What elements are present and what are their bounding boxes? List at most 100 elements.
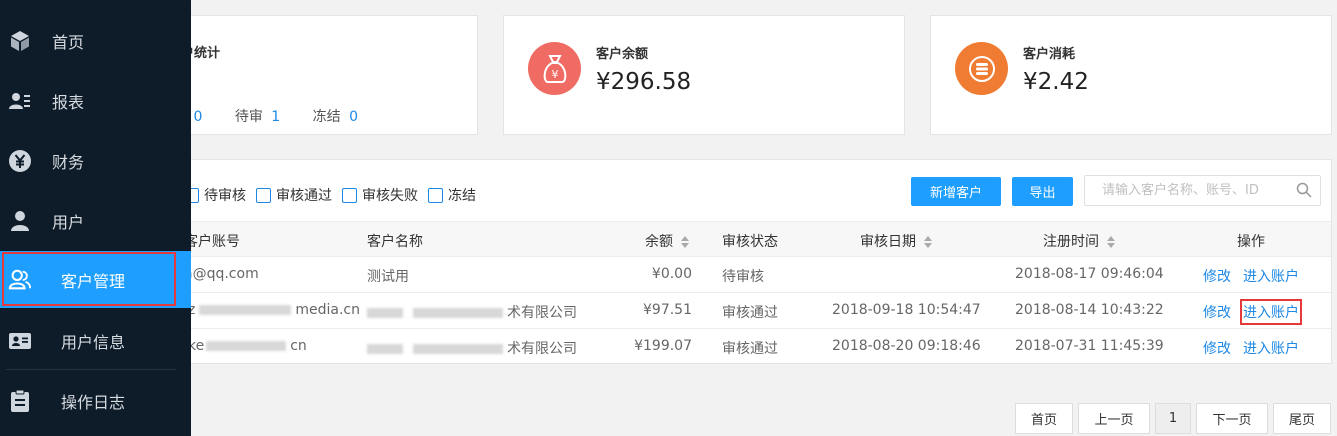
- sidebar-item-home[interactable]: 首页: [0, 11, 191, 71]
- checkbox[interactable]: [256, 187, 271, 203]
- col-header-audit-date[interactable]: 审核日期: [860, 231, 933, 251]
- add-customer-button[interactable]: 新增客户: [911, 177, 1001, 206]
- sidebar-divider: [6, 369, 176, 370]
- col-header-actions: 操作: [1237, 234, 1265, 250]
- table-header: 客户账号 客户名称 余额 审核状态 审核日期 注册时间 操作: [174, 221, 1331, 257]
- sidebar-item-label: 财务: [52, 153, 85, 172]
- filter-approved[interactable]: 审核通过: [256, 185, 332, 205]
- col-header-balance[interactable]: 余额: [645, 231, 690, 251]
- edit-link[interactable]: 修改: [1203, 338, 1231, 358]
- customer-balance-card: ¥ 客户余额 ¥296.58: [503, 15, 905, 135]
- header-label: 审核日期: [860, 234, 916, 250]
- enter-account-link[interactable]: 进入账户: [1243, 338, 1299, 358]
- sidebar-item-label: 操作日志: [61, 393, 126, 412]
- stat-value[interactable]: 1: [271, 109, 280, 125]
- table-row: z media.cn 术有限公司 ¥97.51 审核通过 2018-09-18 1…: [174, 293, 1331, 329]
- money-bag-icon: ¥: [528, 42, 581, 95]
- checkbox[interactable]: [342, 187, 357, 203]
- name-cell: 测试用: [367, 269, 409, 285]
- stat-label: 冻结: [312, 109, 341, 125]
- header-label: 余额: [645, 234, 673, 250]
- filter-label: 待审核: [204, 188, 246, 204]
- col-header-name: 客户名称: [367, 234, 423, 250]
- sidebar-item-operation-log[interactable]: 操作日志: [0, 371, 191, 431]
- search-box: [1084, 175, 1321, 206]
- card-title: 客户余额: [596, 47, 649, 62]
- enter-account-link[interactable]: 进入账户: [1243, 266, 1299, 286]
- balance-cell: ¥199.07: [634, 338, 692, 354]
- user-icon: [8, 209, 32, 233]
- redacted-text: [206, 341, 287, 351]
- edit-link[interactable]: 修改: [1203, 266, 1231, 286]
- coins-icon: [955, 42, 1008, 95]
- status-cell: 待审核: [722, 269, 764, 285]
- checkbox[interactable]: [428, 187, 443, 203]
- sidebar-item-label: 用户: [52, 213, 85, 232]
- status-filters: 待审核 审核通过 审核失败 冻结: [184, 185, 486, 205]
- next-page-button[interactable]: 下一页: [1196, 403, 1268, 434]
- status-cell: 审核通过: [722, 305, 778, 321]
- last-page-button[interactable]: 尾页: [1273, 403, 1331, 434]
- account-cell: ke cn: [188, 338, 307, 354]
- reg-time-cell: 2018-08-14 10:43:22: [1015, 302, 1164, 318]
- search-icon[interactable]: [1296, 182, 1312, 202]
- card-title: 客户消耗: [1023, 47, 1076, 62]
- prev-page-button[interactable]: 上一页: [1078, 403, 1150, 434]
- account-suffix: cn: [290, 338, 307, 354]
- sidebar-item-user-info[interactable]: 用户信息: [0, 311, 191, 371]
- audit-date-cell: 2018-09-18 10:54:47: [832, 302, 981, 318]
- customer-table-panel: 待审核 审核通过 审核失败 冻结 新增客户 导出 客户账号 客户名称 余额 审核…: [173, 159, 1332, 364]
- stat-label: 待审: [234, 109, 263, 125]
- filter-frozen[interactable]: 冻结: [428, 185, 476, 205]
- name-suffix: 术有限公司: [507, 305, 577, 321]
- first-page-button[interactable]: 首页: [1015, 403, 1073, 434]
- sidebar-item-label: 报表: [52, 93, 85, 112]
- reg-time-cell: 2018-07-31 11:45:39: [1015, 338, 1164, 354]
- sidebar-item-label: 首页: [52, 33, 85, 52]
- status-cell: 审核通过: [722, 341, 778, 357]
- stat-value[interactable]: 0: [349, 109, 358, 125]
- sidebar-item-users[interactable]: 用户: [0, 191, 191, 251]
- col-header-account: 客户账号: [184, 234, 240, 250]
- balance-cell: ¥0.00: [651, 266, 692, 282]
- clipboard-icon: [8, 389, 32, 413]
- customer-stats-card: 户统计 改 0 待审 1 冻结 0: [160, 15, 478, 135]
- id-card-icon: [8, 329, 32, 353]
- reg-time-cell: 2018-08-17 09:46:04: [1015, 266, 1164, 282]
- search-input[interactable]: [1085, 176, 1285, 205]
- sidebar-item-finance[interactable]: 财务: [0, 131, 191, 191]
- balance-cell: ¥97.51: [643, 302, 692, 318]
- user-card-icon: [8, 89, 32, 113]
- redacted-text: [367, 308, 403, 318]
- cube-icon: [8, 29, 32, 53]
- col-header-status: 审核状态: [722, 234, 778, 250]
- current-page[interactable]: 1: [1155, 403, 1191, 434]
- filter-rejected[interactable]: 审核失败: [342, 185, 418, 205]
- svg-text:¥: ¥: [551, 68, 558, 81]
- account-suffix: media.cn: [295, 302, 360, 318]
- filter-label: 审核通过: [276, 188, 332, 204]
- export-button[interactable]: 导出: [1012, 177, 1073, 206]
- highlight-box: [2, 252, 176, 306]
- filter-label: 冻结: [448, 188, 476, 204]
- redacted-text: [199, 305, 292, 315]
- sidebar-item-reports[interactable]: 报表: [0, 71, 191, 131]
- name-suffix: 术有限公司: [507, 341, 577, 357]
- sidebar: 首页 报表 财务 用户 客户管理 用户信息 操作日志: [0, 0, 191, 436]
- filter-pending[interactable]: 待审核: [184, 185, 246, 205]
- balance-amount: ¥296.58: [596, 69, 692, 95]
- redacted-text: [413, 308, 503, 318]
- sort-icon[interactable]: [924, 236, 933, 248]
- enter-account-link[interactable]: 进入账户: [1240, 299, 1302, 325]
- sort-icon[interactable]: [681, 236, 690, 248]
- col-header-reg-time[interactable]: 注册时间: [1043, 231, 1116, 251]
- header-label: 注册时间: [1043, 234, 1099, 250]
- consumption-amount: ¥2.42: [1023, 69, 1089, 95]
- filter-label: 审核失败: [362, 188, 418, 204]
- stat-value[interactable]: 0: [193, 109, 202, 125]
- name-cell: 术有限公司: [367, 338, 577, 358]
- customer-consumption-card: 客户消耗 ¥2.42: [930, 15, 1332, 135]
- sort-icon[interactable]: [1107, 236, 1116, 248]
- edit-link[interactable]: 修改: [1203, 302, 1231, 322]
- yen-icon: [8, 149, 32, 173]
